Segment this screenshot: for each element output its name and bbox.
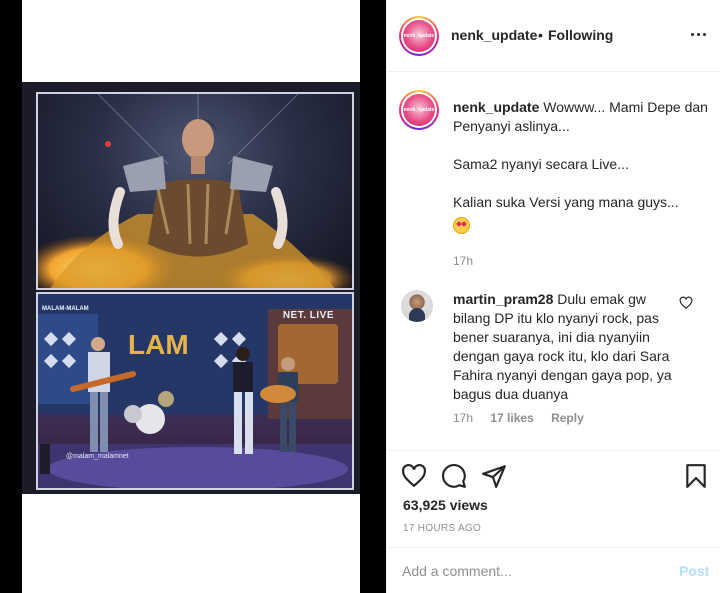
- share-icon[interactable]: [481, 463, 507, 489]
- heart-eyes-emoji-icon: [453, 216, 470, 234]
- caption-username[interactable]: nenk_update: [453, 99, 539, 115]
- comment-likes[interactable]: 17 likes: [490, 411, 533, 425]
- video-bottom-pane: LAM NET. LIVE MALAM-MALAM @malam_malamne…: [36, 292, 354, 490]
- post-timestamp[interactable]: 17 HOURS AGO: [403, 523, 481, 534]
- performer-armor-illustration: [38, 94, 352, 288]
- comment-meta: 17h 17 likes Reply: [453, 411, 598, 425]
- caption-time[interactable]: 17h: [453, 254, 473, 268]
- channel-handle: @malam_malamnet: [66, 453, 129, 460]
- channel-tag: NET. LIVE: [282, 310, 334, 321]
- comment-input[interactable]: [402, 561, 652, 581]
- commenter-username[interactable]: martin_pram28: [453, 291, 553, 307]
- add-comment-bar: Post: [387, 547, 720, 593]
- comment-icon[interactable]: [441, 463, 467, 489]
- post-comment-button[interactable]: Post: [679, 563, 709, 579]
- post-video[interactable]: LAM NET. LIVE MALAM-MALAM @malam_malamne…: [22, 82, 360, 494]
- caption-text: nenk_update Wowww... Mami Depe dan Penya…: [453, 98, 708, 234]
- bookmark-icon[interactable]: [683, 463, 709, 489]
- separator-dot: •: [538, 27, 543, 43]
- comment-text: Dulu emak gw bilang DP itu klo nyanyi ro…: [453, 291, 672, 402]
- video-top-pane: [36, 92, 354, 290]
- band-stage-illustration: LAM: [38, 294, 352, 488]
- reply-button[interactable]: Reply: [551, 411, 584, 425]
- view-count[interactable]: 63,925 views: [403, 497, 488, 513]
- avatar-label: nenk_update: [403, 33, 435, 39]
- caption-avatar[interactable]: nenk_update: [399, 90, 439, 130]
- media-panel: LAM NET. LIVE MALAM-MALAM @malam_malamne…: [0, 0, 386, 593]
- comment-time[interactable]: 17h: [453, 411, 473, 425]
- post-actions: 63,925 views 17 HOURS AGO Post: [387, 450, 720, 593]
- heart-icon[interactable]: [401, 463, 427, 489]
- post-details-panel: nenk_update nenk_update • Following nenk…: [386, 0, 720, 593]
- caption-avatar-label: nenk_update: [403, 107, 435, 113]
- author-avatar[interactable]: nenk_update: [399, 16, 439, 56]
- svg-text:LAM: LAM: [128, 329, 189, 360]
- show-tag: MALAM-MALAM: [42, 306, 89, 312]
- more-icon[interactable]: [689, 24, 709, 44]
- post-header: nenk_update nenk_update • Following: [387, 0, 720, 72]
- author-username[interactable]: nenk_update: [451, 27, 537, 43]
- caption-line-2: Sama2 nyanyi secara Live...: [453, 156, 629, 172]
- comment-body: martin_pram28 Dulu emak gw bilang DP itu…: [453, 290, 677, 404]
- caption-line-3: Kalian suka Versi yang mana guys...: [453, 194, 679, 210]
- like-comment-icon[interactable]: [679, 296, 693, 310]
- following-button[interactable]: Following: [548, 27, 613, 43]
- commenter-avatar[interactable]: [401, 290, 433, 322]
